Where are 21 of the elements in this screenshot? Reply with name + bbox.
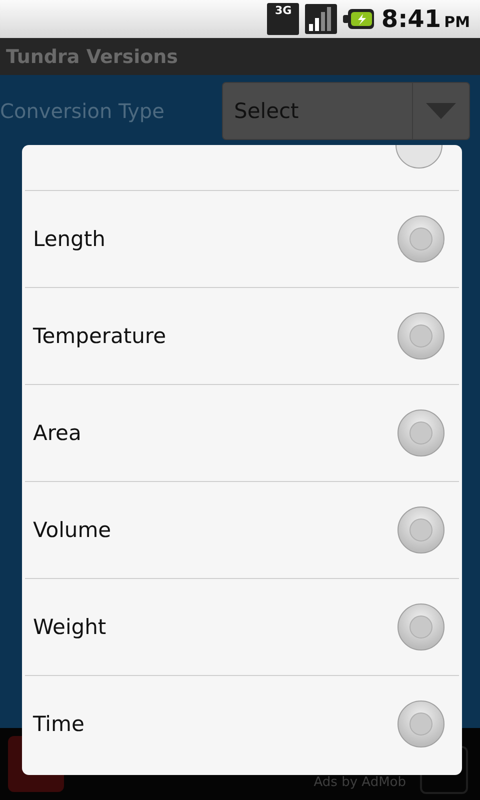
list-item[interactable]: Temperature: [25, 288, 459, 385]
list-item[interactable]: Area: [25, 385, 459, 482]
list-item[interactable]: Volume: [25, 482, 459, 579]
battery-icon: [343, 7, 376, 31]
list-item[interactable]: Time: [25, 676, 459, 772]
clock-ampm: PM: [444, 12, 470, 31]
list-item[interactable]: Length: [25, 191, 459, 288]
radio-button[interactable]: [397, 312, 445, 360]
radio-button[interactable]: [397, 215, 445, 263]
caret-icon: [426, 103, 456, 119]
radio-button[interactable]: [397, 409, 445, 457]
list-item[interactable]: Weight: [25, 579, 459, 676]
app-title: Tundra Versions: [6, 46, 178, 68]
radio-button[interactable]: [397, 700, 445, 748]
clock-time: 8:41: [381, 5, 442, 33]
ad-attribution: Ads by AdMob: [314, 775, 406, 790]
radio-button[interactable]: [397, 603, 445, 651]
radio-button[interactable]: [397, 506, 445, 554]
field-label: Conversion Type: [0, 99, 166, 123]
network-indicator: 3G: [267, 3, 300, 35]
signal-icon: [305, 4, 338, 34]
